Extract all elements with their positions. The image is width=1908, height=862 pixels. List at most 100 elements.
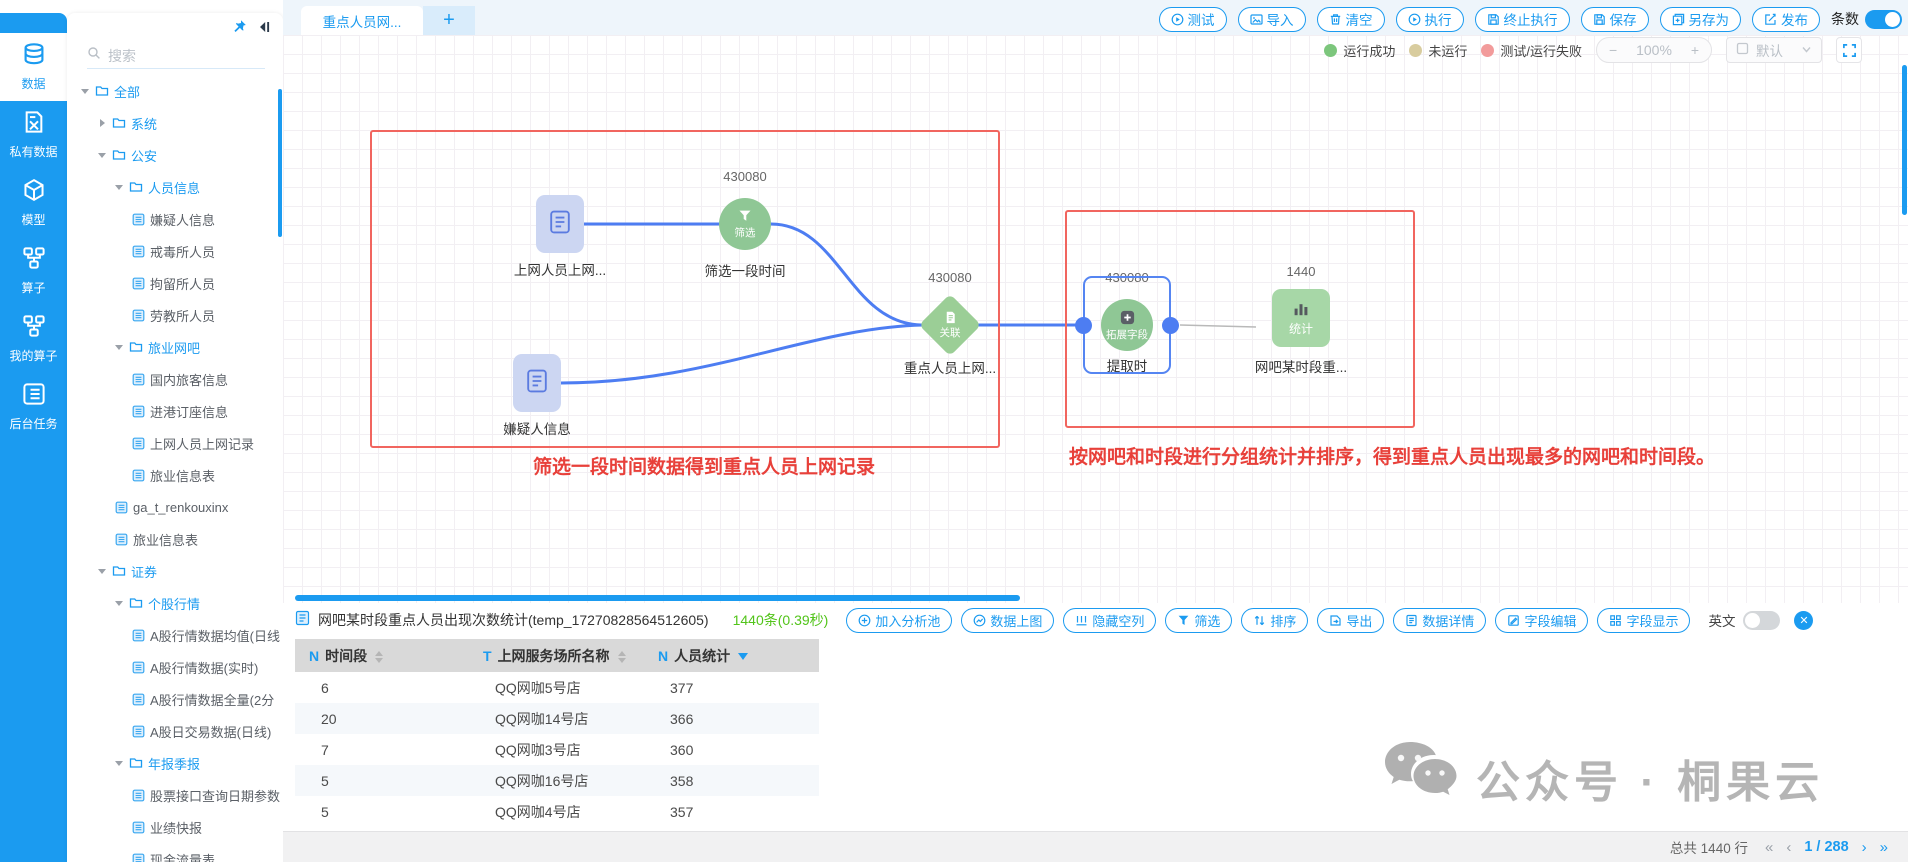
last-page-button[interactable]: » bbox=[1880, 839, 1888, 856]
search-input[interactable] bbox=[108, 48, 248, 64]
add-tab-button[interactable]: + bbox=[423, 6, 475, 35]
canvas-vertical-scrollbar[interactable] bbox=[1902, 65, 1907, 215]
fullscreen-button[interactable] bbox=[1836, 37, 1862, 63]
table-row-2[interactable]: 7QQ网咖3号店360 bbox=[295, 734, 819, 765]
zoom-control[interactable]: − 100% + bbox=[1596, 37, 1712, 63]
sidebar-item-5[interactable]: 后台任务 bbox=[0, 373, 67, 441]
tree-scrollbar[interactable] bbox=[278, 89, 282, 237]
tree-item-23[interactable]: 业绩快报 bbox=[67, 811, 283, 843]
zoom-in-button[interactable]: + bbox=[1691, 42, 1699, 58]
tree-item-12[interactable]: 旅业信息表 bbox=[67, 459, 283, 491]
first-page-button[interactable]: « bbox=[1765, 839, 1773, 856]
result-action-5[interactable]: 导出 bbox=[1317, 608, 1384, 633]
tree-item-0[interactable]: 全部 bbox=[67, 75, 283, 107]
close-result-panel-button[interactable]: ✕ bbox=[1794, 611, 1813, 630]
tree-item-9[interactable]: 国内旅客信息 bbox=[67, 363, 283, 395]
sidebar-item-0[interactable]: 数据 bbox=[0, 33, 67, 101]
next-page-button[interactable]: › bbox=[1862, 839, 1867, 856]
canvas-horizontal-scrollbar[interactable] bbox=[295, 595, 1020, 601]
sidebar-item-4[interactable]: 我的算子 bbox=[0, 305, 67, 373]
port-right[interactable] bbox=[1162, 317, 1179, 334]
node-stats[interactable]: 统计 bbox=[1272, 289, 1330, 347]
tree-item-14[interactable]: 旅业信息表 bbox=[67, 523, 283, 555]
result-action-6[interactable]: 数据详情 bbox=[1393, 608, 1486, 633]
node-src1[interactable] bbox=[536, 195, 584, 253]
result-action-2[interactable]: 隐藏空列 bbox=[1063, 608, 1156, 633]
sidebar-item-3[interactable]: 算子 bbox=[0, 237, 67, 305]
tree-item-22[interactable]: 股票接口查询日期参数 bbox=[67, 779, 283, 811]
column-header-2[interactable]: N人员统计 bbox=[644, 639, 819, 672]
tree-item-label: A股行情数据均值(日线 bbox=[150, 626, 280, 645]
tree-item-3[interactable]: 人员信息 bbox=[67, 171, 283, 203]
english-toggle[interactable] bbox=[1743, 611, 1780, 630]
tree-item-17[interactable]: A股行情数据均值(日线 bbox=[67, 619, 283, 651]
tree-item-18[interactable]: A股行情数据(实时) bbox=[67, 651, 283, 683]
tree-item-4[interactable]: 嫌疑人信息 bbox=[67, 203, 283, 235]
sidebar-item-1[interactable]: 私有数据 bbox=[0, 101, 67, 169]
column-header-1[interactable]: T上网服务场所名称 bbox=[469, 639, 644, 672]
toolbar-button-5[interactable]: 保存 bbox=[1581, 7, 1649, 32]
expand-arrow-icon[interactable] bbox=[98, 151, 107, 160]
expand-arrow-icon[interactable] bbox=[98, 567, 107, 576]
tree-item-16[interactable]: 个股行情 bbox=[67, 587, 283, 619]
tree-item-11[interactable]: 上网人员上网记录 bbox=[67, 427, 283, 459]
prev-page-button[interactable]: ‹ bbox=[1786, 839, 1791, 856]
rows-count-toggle[interactable] bbox=[1865, 10, 1902, 29]
tree-item-7[interactable]: 劳教所人员 bbox=[67, 299, 283, 331]
result-action-1[interactable]: 数据上图 bbox=[961, 608, 1054, 633]
expand-arrow-icon[interactable] bbox=[115, 759, 124, 768]
result-action-4[interactable]: 排序 bbox=[1241, 608, 1308, 633]
toolbar-button-6[interactable]: 另存为 bbox=[1660, 7, 1742, 32]
expand-arrow-icon[interactable] bbox=[115, 599, 124, 608]
node-join[interactable]: 关联 bbox=[919, 294, 981, 356]
view-mode-select[interactable]: 默认 bbox=[1726, 37, 1822, 63]
tree-item-24[interactable]: 现金流量表 bbox=[67, 843, 283, 862]
port-left[interactable] bbox=[1075, 317, 1092, 334]
node-src2[interactable] bbox=[513, 354, 561, 412]
table-row-3[interactable]: 5QQ网咖16号店358 bbox=[295, 765, 819, 796]
tree-item-19[interactable]: A股行情数据全量(2分 bbox=[67, 683, 283, 715]
tree-item-1[interactable]: 系统 bbox=[67, 107, 283, 139]
column-type-badge: N bbox=[309, 648, 319, 664]
tree-item-2[interactable]: 公安 bbox=[67, 139, 283, 171]
result-action-8[interactable]: 字段显示 bbox=[1597, 608, 1690, 633]
tree-item-5[interactable]: 戒毒所人员 bbox=[67, 235, 283, 267]
tree-item-15[interactable]: 证券 bbox=[67, 555, 283, 587]
expand-arrow-icon[interactable] bbox=[115, 343, 124, 352]
collapse-arrow-icon[interactable] bbox=[98, 119, 107, 128]
table-row-4[interactable]: 5QQ网咖4号店357 bbox=[295, 796, 819, 827]
toolbar-button-4[interactable]: 终止执行 bbox=[1475, 7, 1570, 32]
tree-item-8[interactable]: 旅业网吧 bbox=[67, 331, 283, 363]
result-action-7[interactable]: 字段编辑 bbox=[1495, 608, 1588, 633]
tree-item-20[interactable]: A股日交易数据(日线) bbox=[67, 715, 283, 747]
tree-item-6[interactable]: 拘留所人员 bbox=[67, 267, 283, 299]
node-filter[interactable]: 筛选 bbox=[719, 198, 771, 250]
toolbar-button-2[interactable]: 清空 bbox=[1317, 7, 1385, 32]
toolbar-button-1[interactable]: 导入 bbox=[1238, 7, 1306, 32]
tree-item-13[interactable]: ga_t_renkouxinx bbox=[67, 491, 283, 523]
column-header-0[interactable]: N时间段 bbox=[295, 639, 469, 672]
pin-icon[interactable] bbox=[232, 19, 247, 39]
toolbar-button-3[interactable]: 执行 bbox=[1396, 7, 1464, 32]
workflow-canvas[interactable]: 运行成功未运行测试/运行失败 − 100% + 默认 上网人员上网...筛选43… bbox=[283, 35, 1908, 603]
toolbar-button-7[interactable]: 发布 bbox=[1752, 7, 1820, 32]
tab-active-workflow[interactable]: 重点人员网... bbox=[301, 6, 423, 35]
sort-icon[interactable] bbox=[738, 653, 748, 660]
table-icon bbox=[132, 469, 145, 482]
table-row-0[interactable]: 6QQ网咖5号店377 bbox=[295, 672, 819, 703]
toolbar-button-0[interactable]: 测试 bbox=[1159, 7, 1227, 32]
result-action-3[interactable]: 筛选 bbox=[1165, 608, 1232, 633]
table-row-1[interactable]: 20QQ网咖14号店366 bbox=[295, 703, 819, 734]
expand-arrow-icon[interactable] bbox=[115, 183, 124, 192]
zoom-out-button[interactable]: − bbox=[1609, 42, 1617, 58]
sidebar-item-2[interactable]: 模型 bbox=[0, 169, 67, 237]
result-action-label: 筛选 bbox=[1194, 611, 1220, 630]
tree-item-10[interactable]: 进港订座信息 bbox=[67, 395, 283, 427]
import-icon bbox=[1250, 13, 1263, 26]
result-action-0[interactable]: 加入分析池 bbox=[846, 608, 952, 633]
expand-arrow-icon[interactable] bbox=[81, 87, 90, 96]
collapse-panel-icon[interactable] bbox=[257, 20, 271, 39]
sort-icon[interactable] bbox=[375, 651, 383, 663]
sort-icon[interactable] bbox=[618, 651, 626, 663]
tree-item-21[interactable]: 年报季报 bbox=[67, 747, 283, 779]
